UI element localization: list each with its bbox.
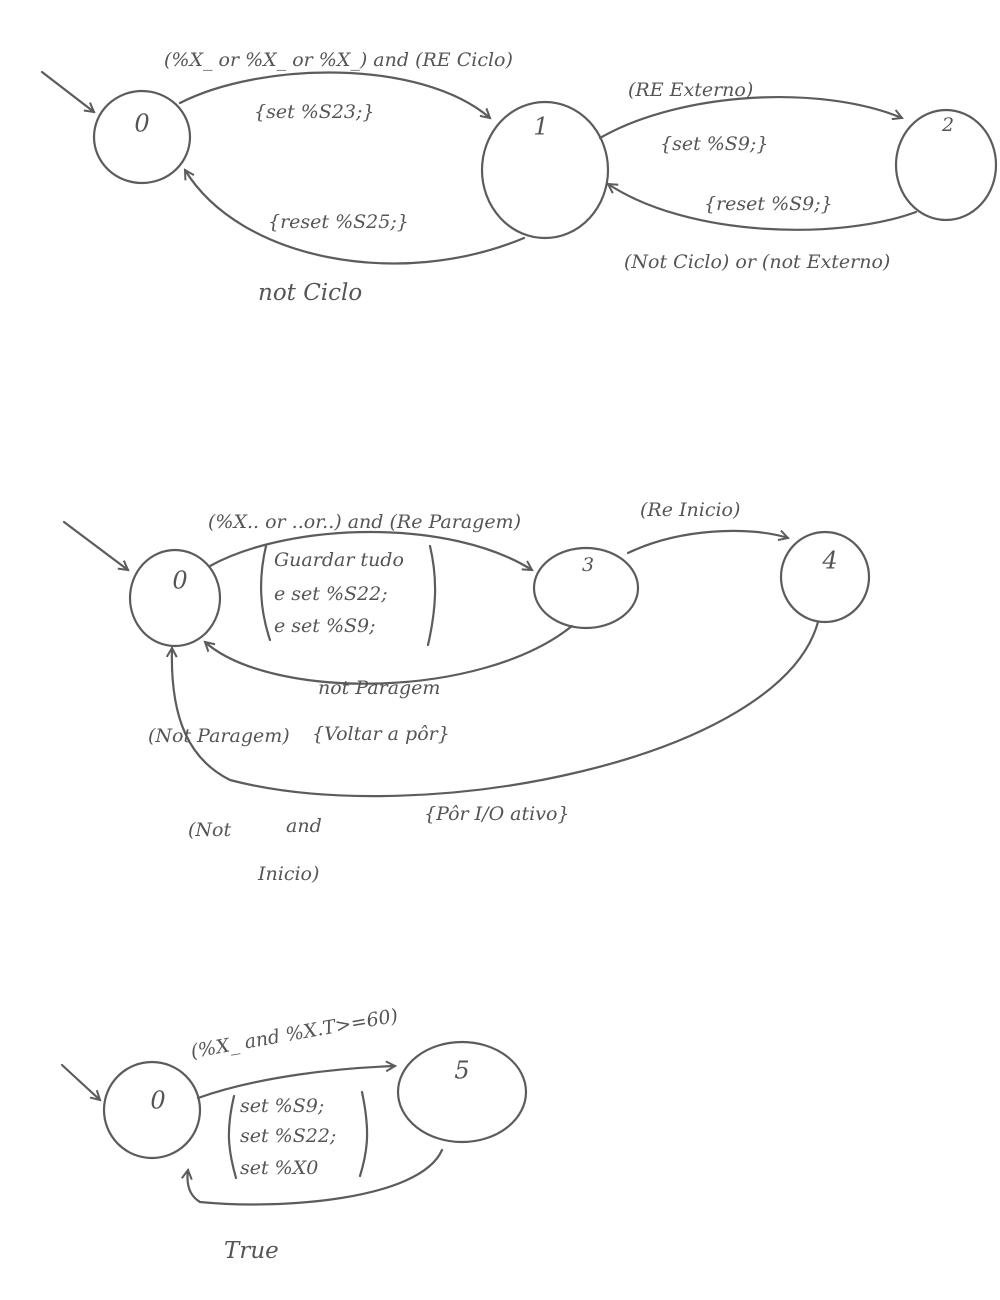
action-0-to-3-line-2: e set %S22;	[274, 583, 388, 605]
action-0-to-3-line-3: e set %S9;	[274, 615, 376, 637]
action-0-to-3-line-1: Guardar tudo	[274, 549, 404, 571]
guard-0-to-3: (%X.. or ..or..) and (Re Paragem)	[208, 511, 521, 533]
state-label: 4	[821, 547, 837, 575]
guard-2-to-1: (Not Ciclo) or (not Externo)	[624, 251, 890, 273]
guard-1-to-0: not Ciclo	[258, 280, 362, 306]
diagram-1: 0 1 2 (%X_ or %X_ or %X_) and (RE Ciclo)…	[40, 49, 998, 306]
state-d1-0: 0	[92, 89, 192, 185]
canvas: 0 1 2 (%X_ or %X_ or %X_) and (RE Ciclo)…	[0, 0, 1000, 1300]
action-3-to-0: {Voltar a pôr}	[312, 723, 450, 745]
guard-4-to-0-line-1: (Not Paragem)	[148, 725, 290, 747]
state-d2-3: 3	[532, 546, 640, 630]
action-0-to-5-line-1: set %S9;	[240, 1095, 324, 1117]
guard-3-to-4: (Re Inicio)	[640, 499, 740, 521]
state-label: 5	[454, 1057, 469, 1085]
state-label: 2	[941, 114, 954, 136]
guard-4-to-0-and: and	[286, 815, 322, 837]
guard-0-to-5: (%X_ and %X.T>=60)	[189, 1005, 400, 1063]
guard-5-to-0: True	[224, 1238, 279, 1264]
state-d1-1: 1	[480, 100, 610, 240]
initial-arrow-d2	[62, 520, 128, 570]
transition-0-to-5	[196, 1066, 395, 1100]
brace-right	[426, 544, 437, 647]
brace-left	[259, 544, 272, 642]
guard-0-to-1: (%X_ or %X_ or %X_) and (RE Ciclo)	[164, 49, 513, 71]
transition-1-to-2	[598, 96, 902, 140]
transition-3-to-4	[626, 529, 788, 555]
guard-1-to-2: (RE Externo)	[628, 79, 753, 101]
initial-arrow-d3	[60, 1063, 100, 1100]
state-label: 3	[582, 554, 594, 576]
state-d1-2: 2	[894, 108, 998, 222]
state-d3-0: 0	[102, 1060, 202, 1160]
state-d3-5: 5	[396, 1040, 528, 1144]
transition-4-to-0	[172, 620, 820, 798]
action-4-to-0: {Pôr I/O ativo}	[424, 803, 570, 825]
brace-right	[358, 1090, 369, 1178]
brace-left	[227, 1094, 238, 1180]
diagram-3: 0 5 (%X_ and %X.T>=60) set %S9; set %S22…	[60, 1005, 528, 1264]
action-0-to-5-line-2: set %S22;	[240, 1125, 336, 1147]
state-label: 1	[533, 113, 548, 141]
state-d2-4: 4	[779, 530, 871, 624]
guard-3-to-0: not Paragem	[318, 677, 440, 699]
state-label: 0	[134, 110, 149, 138]
action-1-to-0: {reset %S25;}	[268, 211, 409, 233]
state-label: 0	[172, 567, 187, 595]
action-0-to-1: {set %S23;}	[254, 101, 375, 123]
initial-arrow-d1	[40, 70, 94, 112]
state-diagrams: 0 1 2 (%X_ or %X_ or %X_) and (RE Ciclo)…	[40, 49, 998, 1264]
action-2-to-1: {reset %S9;}	[704, 193, 833, 215]
state-d2-0: 0	[128, 548, 222, 648]
transition-3-to-0	[205, 624, 574, 685]
state-label: 0	[150, 1087, 165, 1115]
action-0-to-5-line-3: set %X0	[240, 1157, 318, 1179]
diagram-2: 0 3 4 (%X.. or ..or..) and (Re Paragem) …	[62, 499, 871, 885]
guard-4-to-0-line-3: Inicio)	[257, 863, 319, 885]
guard-4-to-0-line-2: (Not	[188, 819, 231, 841]
action-1-to-2: {set %S9;}	[660, 133, 768, 155]
